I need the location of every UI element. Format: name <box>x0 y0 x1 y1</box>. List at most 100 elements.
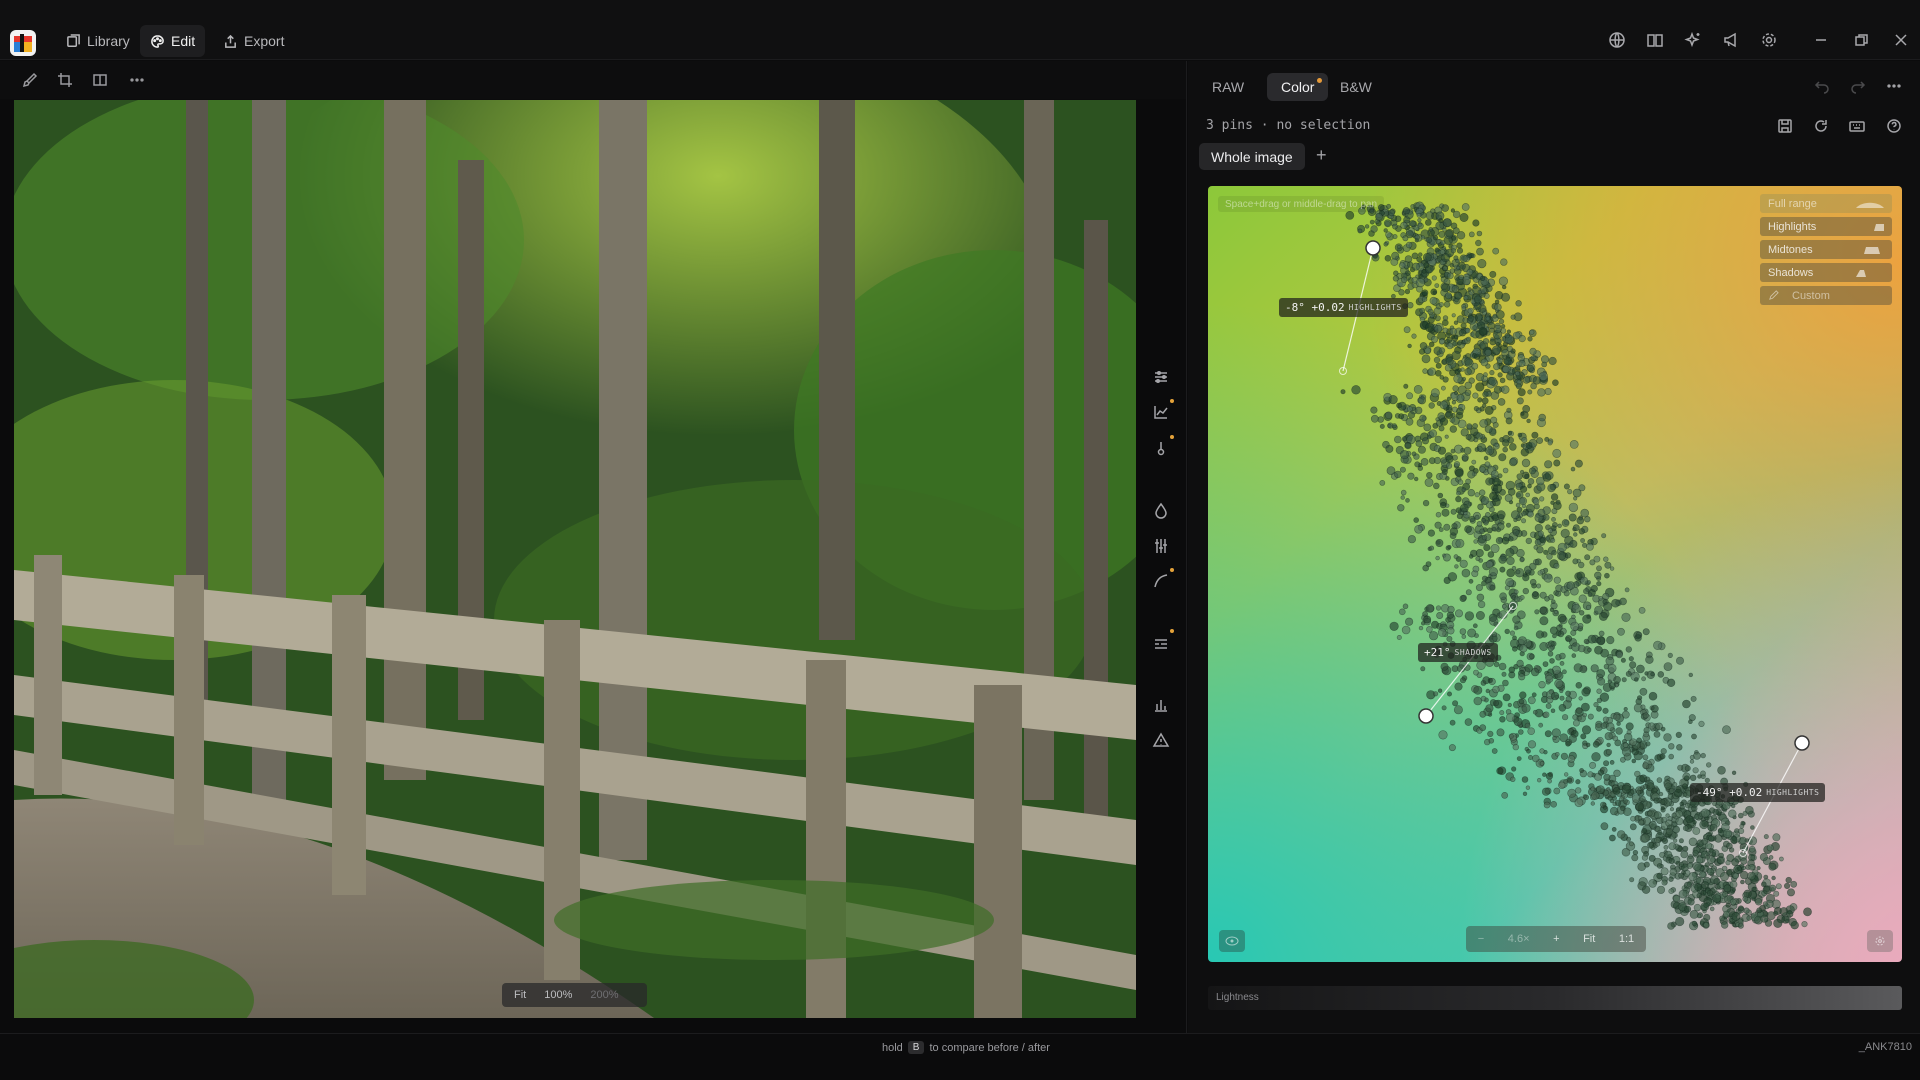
scatter-point <box>1675 731 1682 739</box>
scatter-point <box>1551 508 1558 515</box>
curve-icon[interactable] <box>1152 572 1170 590</box>
histogram-icon[interactable] <box>1152 696 1170 714</box>
nav-export[interactable]: Export <box>213 25 294 57</box>
scatter-point <box>1510 314 1516 320</box>
mask-whole-image-button[interactable]: Whole image <box>1199 143 1305 170</box>
scatter-point <box>1467 315 1475 322</box>
scatter-point <box>1775 883 1782 890</box>
keyboard-icon[interactable] <box>1849 118 1865 134</box>
scatter-point <box>1400 450 1410 460</box>
scatter-point <box>1500 258 1508 266</box>
split-view-icon[interactable] <box>92 72 108 88</box>
scatter-point <box>1771 875 1776 881</box>
range-full[interactable]: Full range <box>1760 194 1892 213</box>
pin-handle <box>1418 708 1434 724</box>
detail-icon[interactable] <box>1152 633 1170 651</box>
scatter-point <box>1529 347 1537 355</box>
scatter-point <box>1557 523 1562 528</box>
scatter-point <box>1550 599 1556 605</box>
preview-zoom-100[interactable]: 100% <box>544 989 572 1001</box>
scatter-point <box>1457 368 1462 373</box>
zoom-fit-button[interactable]: Fit <box>1583 933 1595 945</box>
globe-icon[interactable] <box>1608 31 1626 49</box>
megaphone-icon[interactable] <box>1722 31 1740 49</box>
scatter-point <box>1667 652 1673 659</box>
close-icon[interactable] <box>1892 31 1910 49</box>
crop-icon[interactable] <box>57 72 73 88</box>
scatter-point <box>1746 915 1752 921</box>
scatter-point <box>1396 402 1402 409</box>
more-icon[interactable] <box>129 72 145 88</box>
app-logo <box>10 30 36 56</box>
range-shadows[interactable]: Shadows <box>1760 263 1892 282</box>
gear-icon[interactable] <box>1760 31 1778 49</box>
scatter-point <box>1689 910 1699 919</box>
scatter-point <box>1487 730 1494 738</box>
scatter-point <box>1401 436 1408 442</box>
scatter-point <box>1489 270 1497 278</box>
chart-line-icon[interactable] <box>1152 403 1170 421</box>
zoom-1-1-button[interactable]: 1:1 <box>1619 933 1634 945</box>
sliders-icon[interactable] <box>1152 368 1170 386</box>
scatter-point <box>1716 856 1725 864</box>
range-midtones[interactable]: Midtones <box>1760 240 1892 259</box>
scatter-point <box>1479 466 1486 473</box>
scatter-point <box>1671 812 1677 818</box>
more-icon[interactable] <box>1886 78 1902 94</box>
scatter-point <box>1414 461 1421 468</box>
pin-label[interactable]: +21° SHADOWS <box>1418 643 1498 662</box>
book-icon[interactable] <box>1646 31 1664 49</box>
scatter-point <box>1467 253 1472 259</box>
restore-icon[interactable] <box>1852 31 1870 49</box>
photo-preview[interactable] <box>14 100 1136 1018</box>
add-mask-button[interactable]: + <box>1316 145 1327 166</box>
scatter-point <box>1415 278 1425 288</box>
warning-icon[interactable] <box>1152 731 1170 749</box>
save-icon[interactable] <box>1777 118 1793 134</box>
tab-raw[interactable]: RAW <box>1198 73 1258 101</box>
scatter-point <box>1457 479 1464 486</box>
preview-zoom-fit[interactable]: Fit <box>514 989 526 1001</box>
scatter-point <box>1552 633 1557 639</box>
pin-label[interactable]: -8° +0.02 HIGHLIGHTS <box>1279 298 1408 317</box>
scatter-point <box>1473 295 1482 304</box>
thermometer-icon[interactable] <box>1152 439 1170 457</box>
preview-zoom-200[interactable]: 200% <box>590 989 618 1001</box>
equalizer-icon[interactable] <box>1152 537 1170 555</box>
redo-icon[interactable] <box>1850 78 1866 94</box>
eye-toggle-button[interactable] <box>1219 930 1245 952</box>
scatter-point <box>1521 503 1527 509</box>
nav-edit[interactable]: Edit <box>140 25 206 57</box>
scatter-point <box>1581 687 1591 697</box>
scatter-point <box>1490 470 1499 478</box>
scatter-point <box>1440 457 1447 464</box>
minimize-icon[interactable] <box>1812 31 1830 49</box>
zoom-out-button[interactable]: − <box>1478 933 1484 945</box>
scatter-point <box>1603 601 1613 612</box>
zoom-in-button[interactable]: + <box>1553 933 1559 945</box>
help-icon[interactable] <box>1886 118 1902 134</box>
range-custom[interactable]: Custom <box>1760 286 1892 305</box>
tab-bw[interactable]: B&W <box>1326 73 1386 101</box>
reset-icon[interactable] <box>1813 118 1829 134</box>
plot-settings-button[interactable] <box>1867 930 1893 952</box>
scatter-point <box>1550 538 1556 543</box>
scatter-point <box>1418 625 1424 631</box>
pin-label[interactable]: -49° +0.02 HIGHLIGHTS <box>1690 783 1826 802</box>
nav-library[interactable]: Library <box>56 25 140 57</box>
scatter-point <box>1752 886 1758 892</box>
scatter-point <box>1506 345 1513 352</box>
scatter-point <box>1434 315 1441 322</box>
sparkles-icon[interactable] <box>1684 31 1702 49</box>
brush-icon[interactable] <box>22 72 38 88</box>
range-highlights[interactable]: Highlights <box>1760 217 1892 236</box>
scatter-point <box>1481 496 1490 505</box>
drop-icon[interactable] <box>1152 502 1170 520</box>
scatter-point <box>1453 255 1459 261</box>
scatter-point <box>1559 688 1564 694</box>
lightness-slider[interactable]: Lightness <box>1208 986 1902 1010</box>
scatter-point <box>1570 621 1580 631</box>
scatter-point <box>1623 706 1628 712</box>
pin-handle <box>1794 735 1810 751</box>
undo-icon[interactable] <box>1814 78 1830 94</box>
